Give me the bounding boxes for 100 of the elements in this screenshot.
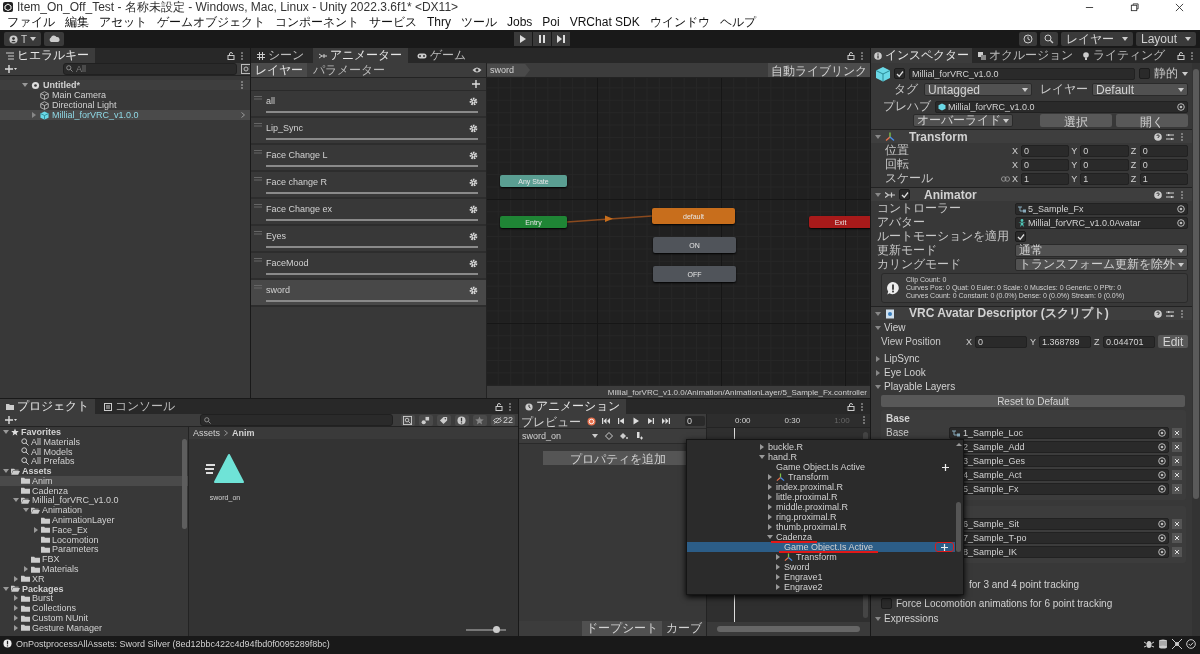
prefab-field[interactable]: Millial_forVRC_v1.0.0	[935, 100, 1188, 113]
tree-item[interactable]: All Prefabs	[0, 456, 188, 467]
menu-item[interactable]: Jobs	[502, 15, 538, 29]
object-field[interactable]: 1_Sample_Loc	[949, 426, 1169, 439]
reset-button[interactable]: Reset to Default	[881, 395, 1185, 407]
hidden-count-button[interactable]: 22	[491, 414, 515, 426]
layers-tab[interactable]: レイヤー	[251, 63, 307, 77]
tree-item[interactable]: Assets	[0, 466, 188, 476]
panel-tab[interactable]: コンソール	[98, 399, 181, 414]
tree-item[interactable]: Custom NUnit	[0, 613, 188, 623]
account-button[interactable]: T	[4, 32, 42, 46]
prefab-button[interactable]: 開く	[1116, 114, 1188, 127]
hierarchy-item[interactable]: Main Camera	[0, 90, 250, 100]
panel-tab[interactable]: オクルージョン	[975, 48, 1076, 63]
panel-tab[interactable]: シーン	[251, 48, 310, 63]
panel-tab[interactable]: プロジェクト	[0, 399, 95, 414]
foldout[interactable]: Expressions	[871, 612, 1192, 625]
tree-item[interactable]: Anim	[0, 476, 188, 486]
animation-tab[interactable]: アニメーション	[519, 399, 626, 414]
edit-button[interactable]: Edit	[1158, 335, 1188, 348]
menu-item[interactable]: サービス	[364, 13, 422, 31]
menu-item[interactable]: Thry	[422, 15, 456, 29]
panel-tab[interactable]: インスペクター	[871, 48, 972, 63]
tree-item[interactable]: Cadenza	[0, 485, 188, 496]
layers-tab[interactable]: パラメーター	[309, 63, 389, 77]
layout-dropdown[interactable]: Layout	[1136, 32, 1196, 46]
clip-dropdown[interactable]: sword_on	[519, 430, 601, 442]
panel-tab[interactable]: ライティング	[1079, 48, 1168, 63]
tree-item[interactable]: All Materials	[0, 436, 188, 447]
layers-dropdown[interactable]: レイヤー	[1061, 32, 1133, 46]
tree-item[interactable]: Animation	[0, 505, 188, 516]
tree-item[interactable]: Face_Ex	[0, 524, 188, 535]
number-field[interactable]: 0	[1139, 144, 1188, 157]
tree-item[interactable]: Collections	[0, 603, 188, 614]
tree-item[interactable]: Gesture Manager	[0, 622, 188, 633]
tree-item[interactable]: AnimationLayer	[0, 515, 188, 525]
menu-item[interactable]: ゲームオブジェクト	[152, 13, 270, 31]
menu-item[interactable]: VRChat SDK	[564, 15, 645, 29]
foldout[interactable]: Playable Layers	[871, 380, 1192, 393]
object-field[interactable]: Millial_forVRC_v1.0.0Avatar	[1015, 216, 1188, 229]
menu-item[interactable]: ツール	[456, 13, 502, 31]
hierarchy-item[interactable]: Directional Light	[0, 100, 250, 110]
foldout[interactable]: View	[871, 321, 1192, 334]
property-item[interactable]: little.proximal.R	[687, 492, 955, 502]
tree-item[interactable]: Favorites	[0, 427, 188, 437]
prefab-button[interactable]: 選択	[1040, 114, 1112, 127]
tree-item[interactable]: Burst	[0, 593, 188, 604]
number-field[interactable]: 1	[1021, 172, 1070, 185]
status-message[interactable]: OnPostprocessAllAssets: Sword Silver (8ed12bbc422c4d94fbd0f0095289f8bc)	[16, 639, 330, 649]
frame-field[interactable]: 0	[685, 416, 705, 426]
scene-name[interactable]: Untitled*	[43, 80, 80, 90]
breadcrumb-item[interactable]: Assets	[193, 428, 220, 438]
number-field[interactable]: 1	[1080, 172, 1129, 185]
live-link-button[interactable]: 自動ライブリンク	[768, 63, 870, 77]
breadcrumb[interactable]: sword	[487, 63, 530, 77]
number-field[interactable]: 0	[1080, 158, 1129, 171]
tag-dropdown[interactable]: Untagged	[924, 83, 1032, 96]
overrides-dropdown[interactable]: オーバーライド	[913, 114, 1013, 127]
tree-item[interactable]: All Models	[0, 446, 188, 457]
foldout[interactable]: Eye Look	[871, 366, 1192, 379]
property-item[interactable]: Engrave1	[687, 572, 955, 582]
foldout[interactable]: LipSync	[871, 352, 1192, 365]
hierarchy-item[interactable]: Millial_forVRC_v1.0.0	[0, 110, 250, 120]
tree-item[interactable]: XR	[0, 573, 188, 584]
component-title[interactable]: Transform	[909, 129, 968, 144]
number-field[interactable]: 0	[1021, 158, 1070, 171]
search-field[interactable]: All	[63, 63, 237, 75]
number-field[interactable]: 0	[1139, 158, 1188, 171]
number-field[interactable]: 0.044701	[1103, 335, 1155, 348]
tree-item[interactable]: FBX	[0, 554, 188, 565]
name-field[interactable]: Millial_forVRC_v1.0.0	[909, 67, 1135, 80]
dropdown[interactable]: 通常	[1015, 244, 1188, 257]
number-field[interactable]: 0	[1080, 144, 1129, 157]
object-field[interactable]: 5_Sample_Fx	[1015, 202, 1188, 215]
layer-dropdown[interactable]: Default	[1092, 83, 1188, 96]
tree-item[interactable]: Packages	[0, 583, 188, 594]
panel-tab[interactable]: アニメーター	[313, 48, 408, 63]
property-item[interactable]: Engrave2	[687, 582, 955, 592]
number-field[interactable]: 1.368789	[1039, 335, 1091, 348]
view-tab[interactable]: ドープシート	[582, 621, 662, 636]
preview-button[interactable]: プレビュー	[519, 414, 583, 428]
layer-item[interactable]: sword	[251, 280, 486, 307]
menu-item[interactable]: ファイル	[2, 13, 60, 31]
number-field[interactable]: 0	[975, 335, 1027, 348]
number-field[interactable]: 1	[1139, 172, 1188, 185]
menu-item[interactable]: 編集	[60, 13, 94, 31]
number-field[interactable]: 0	[1021, 144, 1070, 157]
component-title[interactable]: Animator	[924, 187, 977, 202]
breadcrumb-item[interactable]: Anim	[232, 428, 255, 438]
property-item[interactable]: middle.proximal.R	[687, 502, 955, 512]
tree-item[interactable]: Millial_forVRC_v1.0.0	[0, 495, 188, 506]
property-item[interactable]: Game Object.Is Active	[687, 542, 955, 552]
menu-item[interactable]: コンポーネント	[270, 13, 364, 31]
tree-item[interactable]: Parameters	[0, 544, 188, 555]
dropdown[interactable]: トランスフォーム更新を除外	[1015, 258, 1188, 271]
menu-item[interactable]: ウインドウ	[644, 13, 715, 31]
menu-item[interactable]: ヘルプ	[714, 13, 761, 31]
panel-tab[interactable]: ゲーム	[411, 48, 472, 63]
menu-item[interactable]: アセット	[94, 13, 152, 31]
hierarchy-tab[interactable]: ヒエラルキー	[0, 48, 95, 63]
